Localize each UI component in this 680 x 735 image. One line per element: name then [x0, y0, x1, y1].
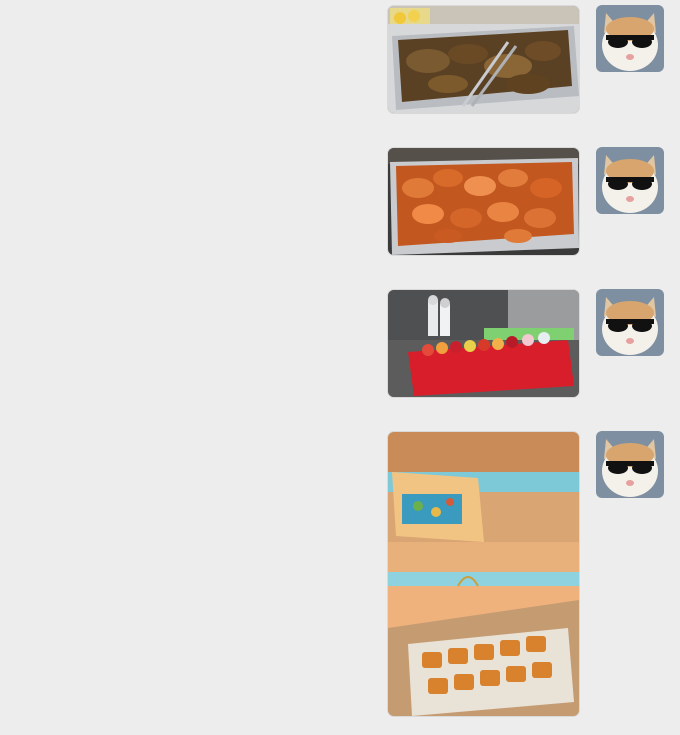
chat-feed — [0, 0, 680, 735]
cat-sunglasses-icon[interactable] — [596, 5, 664, 72]
shrimp-photo — [388, 148, 579, 255]
message-image-fruit-stand[interactable] — [388, 290, 579, 397]
message-image-braised-meat[interactable] — [388, 6, 579, 113]
message-image-gift-boxes[interactable] — [388, 432, 579, 716]
braised-meat-photo — [388, 6, 579, 113]
cat-sunglasses-icon[interactable] — [596, 147, 664, 214]
cat-sunglasses-icon[interactable] — [596, 431, 664, 498]
cat-sunglasses-icon[interactable] — [596, 289, 664, 356]
message-image-shrimp[interactable] — [388, 148, 579, 255]
fruit-stand-photo — [388, 290, 579, 397]
gift-boxes-photo — [388, 432, 579, 716]
